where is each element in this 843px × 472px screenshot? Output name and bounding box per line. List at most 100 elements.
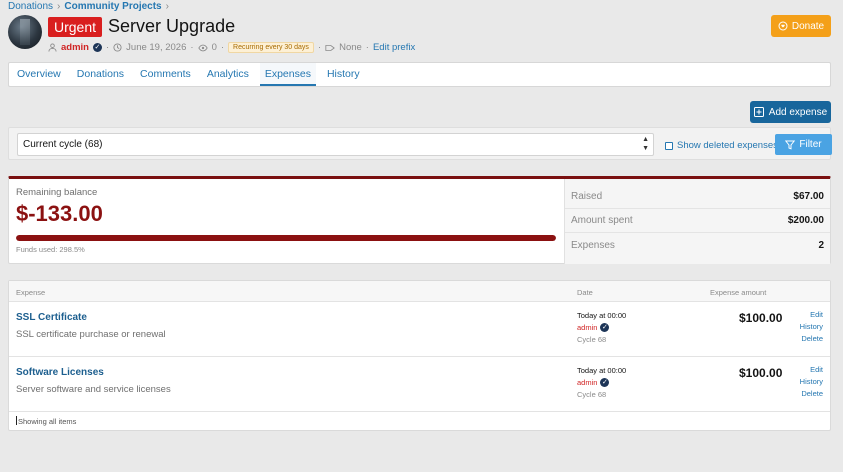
plus-square-icon <box>753 107 764 117</box>
donate-button[interactable]: Donate <box>771 15 831 37</box>
show-deleted-label: Show deleted expenses <box>677 140 778 151</box>
avatar[interactable] <box>8 15 42 49</box>
verified-icon: ✓ <box>600 323 610 332</box>
urgent-badge: Urgent <box>48 16 103 37</box>
expense-date: Today at 00:00 <box>577 366 627 375</box>
donate-icon <box>778 21 788 31</box>
prefix-value: None <box>339 42 362 53</box>
cycle-select-value: Current cycle (68) <box>23 139 103 150</box>
edit-link[interactable]: Edit <box>810 310 823 319</box>
column-header-date: Date <box>577 288 593 297</box>
expense-cycle: Cycle 68 <box>577 390 607 399</box>
stat-label: Expenses <box>571 239 615 251</box>
expense-name-link[interactable]: SSL Certificate <box>16 312 87 323</box>
thread-meta: admin ✓ · June 19, 2026 · 0 · Recurring … <box>48 42 415 53</box>
balance-panel: Remaining balance $-133.00 Funds used: 2… <box>8 176 831 264</box>
donate-label: Donate <box>791 20 825 32</box>
expenses-table: Expense Date Expense amount SSL Certific… <box>8 280 831 431</box>
expense-author-link[interactable]: admin <box>577 378 597 387</box>
stat-value: $67.00 <box>793 191 824 202</box>
chevron-right-icon: › <box>57 1 61 12</box>
expense-date: Today at 00:00 <box>577 311 627 320</box>
filter-bar: Current cycle (68) ▲ ▼ Show deleted expen… <box>8 127 832 160</box>
clock-icon <box>113 43 122 52</box>
remaining-balance-section: Remaining balance $-133.00 Funds used: 2… <box>9 179 564 264</box>
stat-label: Amount spent <box>571 215 633 226</box>
text-caret <box>16 416 17 425</box>
separator-dot: · <box>105 42 110 53</box>
delete-link[interactable]: Delete <box>801 334 823 343</box>
stat-label: Raised <box>571 191 603 202</box>
tab-bar: Overview Donations Comments Analytics Ex… <box>8 62 831 87</box>
select-arrows-icon: ▲ ▼ <box>642 136 649 152</box>
add-expense-label: Add expense <box>768 106 828 118</box>
filter-button[interactable]: Filter <box>775 134 832 155</box>
table-header: Expense Date Expense amount <box>9 281 830 302</box>
user-icon <box>48 43 57 52</box>
expense-cycle: Cycle 68 <box>577 335 607 344</box>
show-deleted-toggle[interactable]: Show deleted expenses <box>665 140 778 151</box>
tab-overview[interactable]: Overview <box>12 63 66 86</box>
chevron-right-icon: › <box>165 1 169 12</box>
expense-author: admin ✓ <box>577 323 610 332</box>
expense-author: admin ✓ <box>577 378 610 387</box>
eye-icon <box>197 44 208 51</box>
table-row: Software Licenses Server software and se… <box>9 357 830 412</box>
add-expense-button[interactable]: Add expense <box>750 101 831 123</box>
expense-amount: $100.00 <box>739 311 783 325</box>
history-link[interactable]: History <box>800 377 823 386</box>
edit-link[interactable]: Edit <box>810 365 823 374</box>
recurring-badge: Recurring every 30 days <box>228 42 314 53</box>
history-link[interactable]: History <box>800 322 823 331</box>
breadcrumb: Donations › Community Projects › <box>8 1 169 12</box>
table-row: SSL Certificate SSL certificate purchase… <box>9 302 830 357</box>
edit-prefix-link[interactable]: Edit prefix <box>373 42 415 53</box>
verified-icon: ✓ <box>600 378 610 387</box>
view-count: 0 <box>211 42 217 53</box>
tab-analytics[interactable]: Analytics <box>202 63 254 86</box>
showing-all-items: Showing all items <box>18 417 77 426</box>
show-deleted-checkbox[interactable] <box>665 141 673 150</box>
filter-icon <box>785 140 796 150</box>
expense-actions: Edit History Delete <box>800 310 823 343</box>
cycle-select[interactable]: Current cycle (68) ▲ ▼ <box>17 133 654 156</box>
remaining-balance-label: Remaining balance <box>16 187 98 198</box>
separator-dot: · <box>190 42 194 53</box>
column-header-amount: Expense amount <box>710 288 767 297</box>
funds-used-label: Funds used: 298.5% <box>16 245 85 254</box>
stat-value: $200.00 <box>787 215 824 226</box>
separator-dot: · <box>365 42 369 53</box>
column-header-expense: Expense <box>16 288 46 297</box>
page-header: Urgent Server Upgrade <box>48 16 235 37</box>
funds-progress-fill <box>16 235 556 241</box>
tab-history[interactable]: History <box>322 63 365 86</box>
separator-dot: · <box>220 42 225 53</box>
verified-icon: ✓ <box>92 43 102 52</box>
author-link[interactable]: admin <box>61 42 89 53</box>
tab-comments[interactable]: Comments <box>135 63 196 86</box>
post-date: June 19, 2026 <box>126 42 187 53</box>
expense-actions: Edit History Delete <box>800 365 823 398</box>
separator-dot: · <box>317 42 322 53</box>
expense-amount: $100.00 <box>739 366 783 380</box>
table-footer: Showing all items <box>16 416 76 426</box>
remaining-balance-value: $-133.00 <box>16 201 103 226</box>
expense-description: SSL certificate purchase or renewal <box>16 329 166 340</box>
stat-value: 2 <box>818 239 824 251</box>
delete-link[interactable]: Delete <box>801 389 823 398</box>
tab-expenses[interactable]: Expenses <box>259 63 316 86</box>
expense-author-link[interactable]: admin <box>577 323 597 332</box>
funds-progress-bar <box>16 235 556 241</box>
stat-raised: Raised $67.00 <box>565 185 830 209</box>
breadcrumb-community-projects[interactable]: Community Projects <box>64 1 161 12</box>
tag-icon <box>325 44 335 51</box>
expense-description: Server software and service licenses <box>16 384 171 395</box>
stat-expenses: Expenses 2 <box>565 233 830 257</box>
expense-name-link[interactable]: Software Licenses <box>16 367 104 378</box>
page-title: Server Upgrade <box>108 16 236 36</box>
balance-stats: Raised $67.00 Amount spent $200.00 Expen… <box>564 179 830 264</box>
stat-amount-spent: Amount spent $200.00 <box>565 209 830 233</box>
filter-label: Filter <box>799 139 822 150</box>
tab-donations[interactable]: Donations <box>72 63 129 86</box>
breadcrumb-donations[interactable]: Donations <box>8 1 53 12</box>
